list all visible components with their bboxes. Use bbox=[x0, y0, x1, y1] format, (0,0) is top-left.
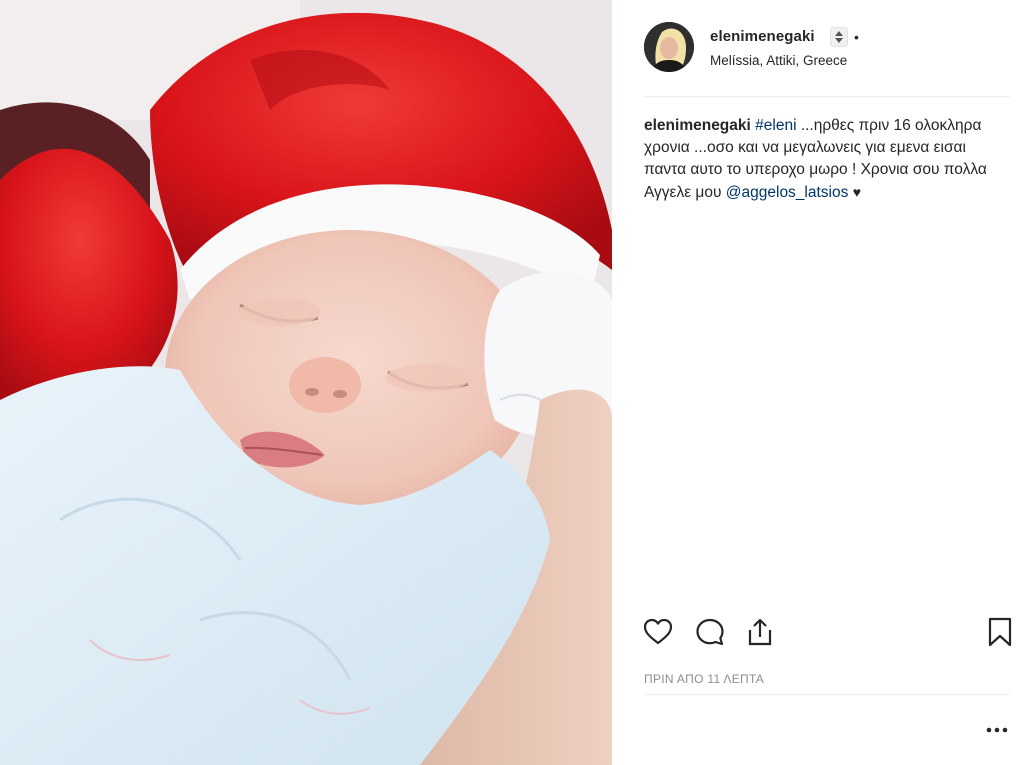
post-header: elenimenegaki • Melíssia, Attiki, Greece bbox=[612, 0, 1024, 97]
post-username[interactable]: elenimenegaki bbox=[710, 28, 815, 45]
post-location[interactable]: Melíssia, Attiki, Greece bbox=[710, 53, 847, 68]
avatar-photo bbox=[644, 22, 694, 72]
header-separator: • bbox=[854, 29, 859, 45]
header-divider bbox=[644, 96, 1010, 97]
heart-emoji: ♥ bbox=[852, 184, 861, 200]
timestamp-divider bbox=[644, 694, 1010, 695]
sort-arrows-icon[interactable] bbox=[830, 27, 848, 47]
save-button[interactable] bbox=[982, 614, 1018, 650]
baby-santa-hat-photo bbox=[0, 0, 612, 765]
user-avatar[interactable] bbox=[644, 22, 694, 72]
post-timestamp[interactable]: ΠΡΙΝ ΑΠΟ 11 ΛΕΠΤΑ bbox=[644, 672, 764, 686]
bookmark-icon bbox=[988, 617, 1012, 647]
caption-username[interactable]: elenimenegaki bbox=[644, 117, 751, 134]
caption-hashtag[interactable]: #eleni bbox=[755, 117, 796, 134]
share-upload-icon bbox=[748, 618, 772, 646]
more-options-button[interactable] bbox=[984, 720, 1010, 740]
post-details-panel: elenimenegaki • Melíssia, Attiki, Greece… bbox=[612, 0, 1024, 765]
ellipsis-icon bbox=[986, 727, 1008, 733]
comment-button[interactable] bbox=[692, 614, 728, 650]
share-button[interactable] bbox=[742, 614, 778, 650]
like-button[interactable] bbox=[640, 614, 676, 650]
post-caption: elenimenegaki #eleni ...ηρθες πριν 16 ολ… bbox=[644, 115, 1004, 204]
post-actions bbox=[640, 614, 1012, 654]
post-photo[interactable] bbox=[0, 0, 612, 765]
heart-outline-icon bbox=[643, 618, 673, 645]
caption-mention[interactable]: @aggelos_latsios bbox=[726, 184, 849, 201]
comment-bubble-icon bbox=[696, 618, 724, 646]
